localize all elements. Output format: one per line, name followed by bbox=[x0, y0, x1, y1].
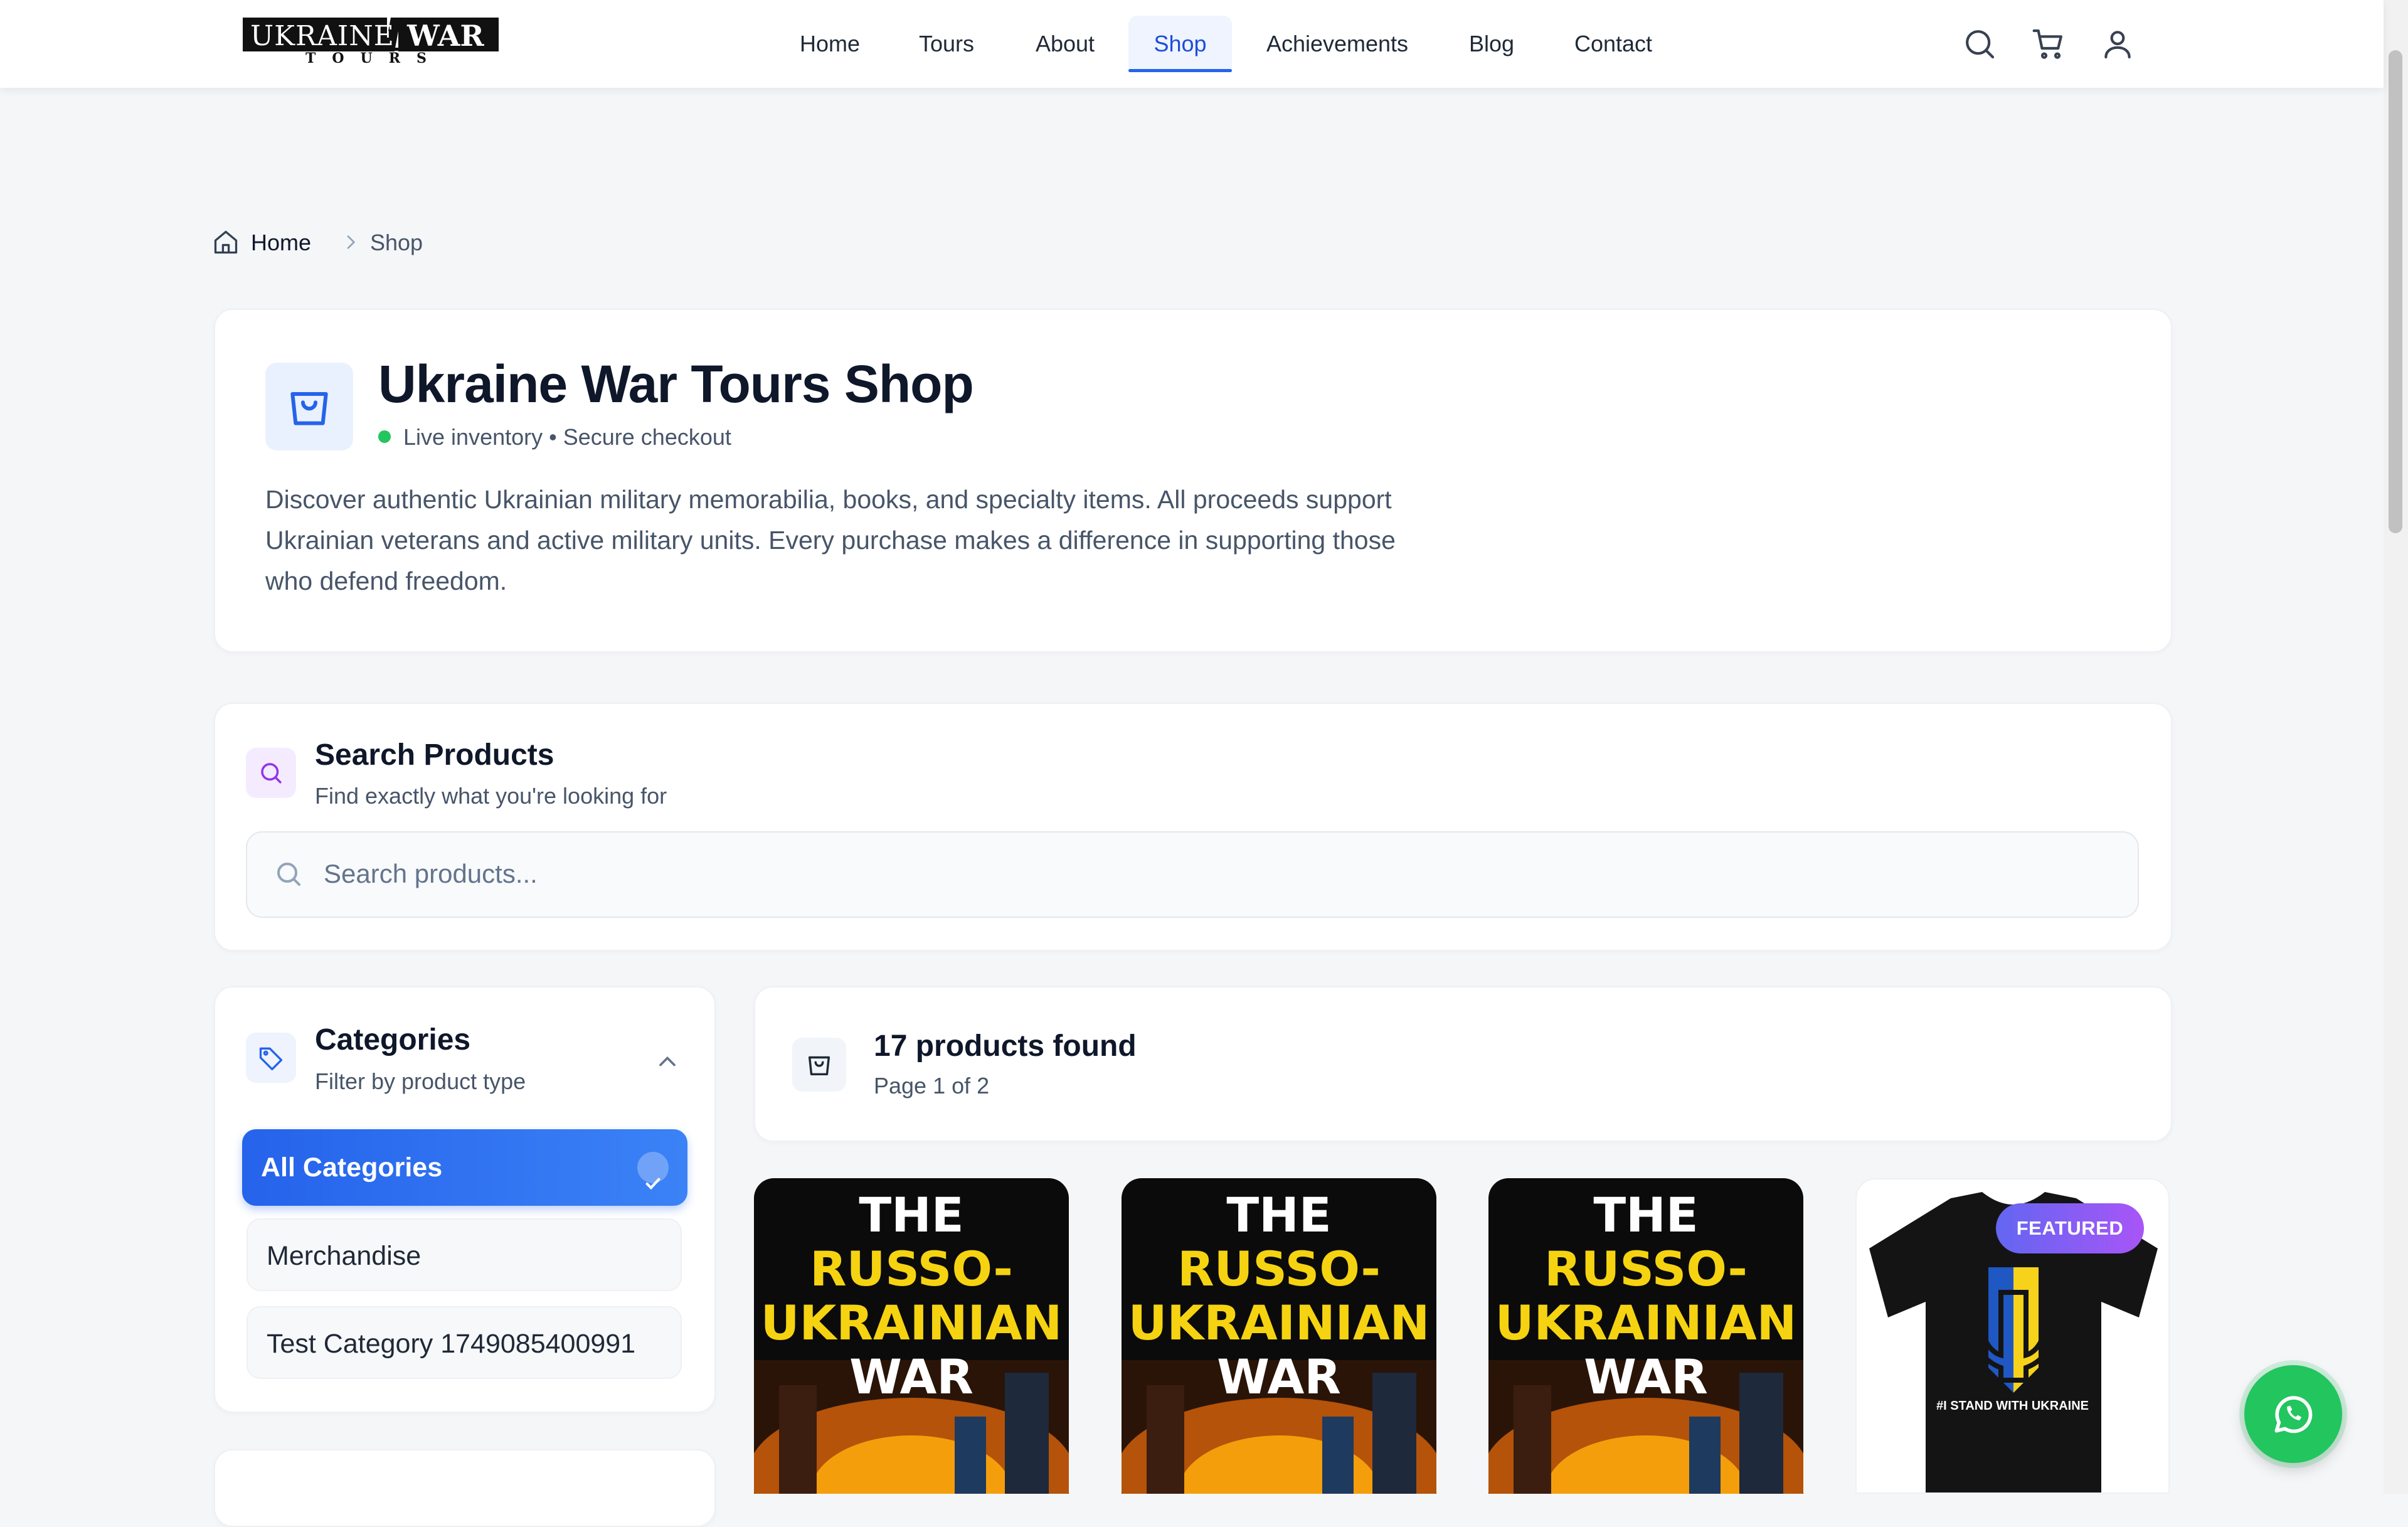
nav-about[interactable]: About bbox=[1021, 16, 1109, 72]
user-icon[interactable] bbox=[2100, 26, 2135, 61]
breadcrumb-current: Shop bbox=[370, 230, 423, 255]
book-title-line: RUSSO- bbox=[810, 1241, 1013, 1297]
book-title-line: UKRAINIAN bbox=[760, 1295, 1063, 1351]
status-dot bbox=[378, 430, 391, 443]
book-title-line: WAR bbox=[1217, 1349, 1341, 1405]
book-title-line: RUSSO- bbox=[1544, 1241, 1748, 1297]
search-section-title: Search Products bbox=[315, 738, 554, 772]
hero-status-text: Live inventory • Secure checkout bbox=[403, 424, 731, 450]
nav-home[interactable]: Home bbox=[785, 16, 874, 72]
search-input[interactable] bbox=[322, 833, 2113, 915]
search-field[interactable] bbox=[246, 831, 2139, 918]
breadcrumb-home-link[interactable]: Home bbox=[251, 227, 311, 258]
results-count: 17 products found bbox=[874, 1030, 1137, 1063]
filters-card bbox=[214, 1449, 716, 1527]
search-section-subtitle: Find exactly what you're looking for bbox=[315, 783, 667, 809]
category-test[interactable]: Test Category 1749085400991 bbox=[247, 1306, 682, 1379]
book-title-line: UKRAINIAN bbox=[1128, 1295, 1430, 1351]
logo-text-tours: TOURS bbox=[305, 50, 443, 67]
categories-title: Categories bbox=[315, 1023, 471, 1056]
book-title-line: UKRAINIAN bbox=[1495, 1295, 1797, 1351]
bag-icon bbox=[792, 1038, 846, 1092]
page-title: Ukraine War Tours Shop bbox=[378, 354, 974, 413]
tshirt-print-text: #I STAND WITH UKRAINE bbox=[1936, 1399, 2089, 1413]
site-header: UKRAINE WAR TOURS Home Tours About Shop … bbox=[0, 0, 2384, 88]
home-icon bbox=[212, 228, 240, 259]
whatsapp-button[interactable] bbox=[2244, 1365, 2342, 1463]
categories-subtitle: Filter by product type bbox=[315, 1068, 526, 1094]
site-logo[interactable]: UKRAINE WAR TOURS bbox=[243, 18, 499, 70]
category-merchandise[interactable]: Merchandise bbox=[247, 1218, 682, 1291]
tag-icon bbox=[246, 1033, 296, 1083]
results-page: Page 1 of 2 bbox=[874, 1073, 990, 1099]
chevron-up-icon[interactable] bbox=[654, 1048, 681, 1078]
check-icon bbox=[637, 1152, 669, 1190]
logo-text-ukraine: UKRAINE bbox=[250, 20, 395, 52]
nav-blog[interactable]: Blog bbox=[1455, 16, 1529, 72]
whatsapp-icon bbox=[2268, 1389, 2318, 1442]
shopping-bag-icon bbox=[265, 363, 353, 450]
nav-shop[interactable]: Shop bbox=[1128, 16, 1232, 72]
product-card[interactable]: THE RUSSO- UKRAINIAN WAR bbox=[1488, 1178, 1803, 1494]
search-input-icon bbox=[273, 859, 304, 892]
results-card bbox=[754, 986, 2172, 1142]
hero-description: Discover authentic Ukrainian military me… bbox=[265, 479, 1396, 602]
search-section-icon bbox=[246, 748, 296, 798]
hero-description-line: Discover authentic Ukrainian military me… bbox=[265, 485, 1392, 514]
book-title-line: THE bbox=[1593, 1187, 1699, 1243]
cart-icon[interactable] bbox=[2031, 26, 2066, 61]
hero-description-line: who defend freedom. bbox=[265, 567, 507, 595]
featured-badge: FEATURED bbox=[1996, 1203, 2144, 1253]
book-title-line: RUSSO- bbox=[1177, 1241, 1381, 1297]
book-title-line: WAR bbox=[1584, 1349, 1708, 1405]
book-title-line: THE bbox=[859, 1187, 964, 1243]
product-card[interactable]: THE RUSSO- UKRAINIAN WAR bbox=[754, 1178, 1069, 1494]
category-label: All Categories bbox=[261, 1152, 443, 1183]
nav-contact[interactable]: Contact bbox=[1562, 16, 1665, 72]
book-title-line: WAR bbox=[849, 1349, 973, 1405]
page-scrollbar-thumb[interactable] bbox=[2389, 50, 2402, 533]
book-title-line: THE bbox=[1226, 1187, 1332, 1243]
chevron-right-icon bbox=[341, 232, 361, 255]
nav-achievements[interactable]: Achievements bbox=[1252, 16, 1423, 72]
product-card[interactable]: THE RUSSO- UKRAINIAN WAR bbox=[1122, 1178, 1436, 1494]
category-all[interactable]: All Categories bbox=[242, 1129, 687, 1206]
logo-text-war: WAR bbox=[407, 19, 484, 53]
search-icon[interactable] bbox=[1962, 26, 1997, 61]
hero-description-line: Ukrainian veterans and active military u… bbox=[265, 526, 1396, 555]
nav-tours[interactable]: Tours bbox=[906, 16, 987, 72]
